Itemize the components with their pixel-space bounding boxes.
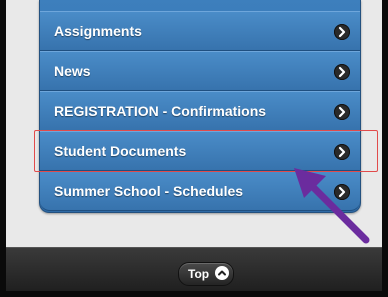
menu-item-assignments[interactable]: Assignments — [40, 11, 360, 51]
pointer-arrow-icon — [294, 168, 370, 244]
menu-item-label: REGISTRATION - Confirmations — [54, 103, 267, 119]
chevron-up-icon — [215, 266, 229, 280]
menu-item-label: Assignments — [54, 23, 142, 39]
menu-item-registration-confirmations[interactable]: REGISTRATION - Confirmations — [40, 91, 360, 131]
chevron-right-icon — [334, 24, 350, 40]
back-to-top-button[interactable]: Top — [178, 262, 234, 286]
menu-item-label: News — [54, 63, 91, 79]
top-button-label: Top — [188, 267, 210, 281]
footer-toolbar: Top — [6, 247, 382, 291]
app-frame: Assignments News REGISTRATION - Confirma… — [6, 0, 382, 291]
chevron-right-icon — [334, 64, 350, 80]
chevron-right-icon — [334, 104, 350, 120]
menu-item-label: Summer School - Schedules — [54, 183, 244, 199]
menu-item-news[interactable]: News — [40, 51, 360, 91]
